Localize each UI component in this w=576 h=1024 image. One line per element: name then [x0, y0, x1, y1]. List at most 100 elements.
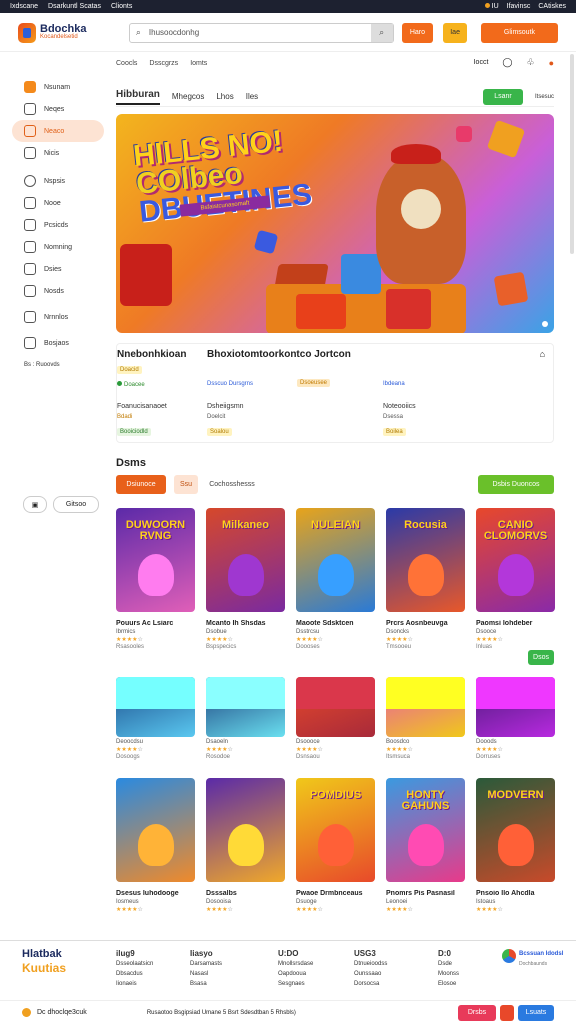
- footer-link[interactable]: Dtnueioodss: [354, 959, 387, 969]
- info-category[interactable]: Dsscuo Dursgrns: [207, 381, 253, 387]
- header-button-1[interactable]: Haro: [401, 22, 434, 43]
- game-card[interactable]: Dsesus Iuhodooge Iosmeus ★★★★☆: [116, 778, 195, 913]
- game-card[interactable]: NULEIAN Maoote Sdsktcen Dsstrcsu ★★★★☆ Dooos…: [296, 508, 375, 650]
- tabs-green-button[interactable]: Lsanr: [482, 88, 523, 105]
- search-submit-button[interactable]: ⌕: [370, 23, 393, 42]
- game-title[interactable]: Pnomrs Pis Pasnasil: [386, 890, 465, 897]
- header-button-2[interactable]: Iae: [443, 22, 467, 43]
- rating-stars-icon: ★★★★☆: [476, 747, 503, 753]
- subnav-item-1[interactable]: Coocls: [116, 60, 137, 67]
- game-card[interactable]: Deoocdsu ★★★★☆ Dosoogs: [116, 677, 195, 760]
- sidebar-small-button[interactable]: Gitsoo: [53, 496, 99, 513]
- game-card[interactable]: Dsssalbs Dosooisa ★★★★☆: [206, 778, 285, 913]
- footer-link[interactable]: Dorsocsa: [354, 979, 387, 989]
- filter-green-button[interactable]: Dsbis Duoncos: [478, 475, 554, 494]
- sidebar-item-10[interactable]: Nosds: [12, 280, 104, 302]
- tab-3[interactable]: Lhos: [216, 92, 233, 101]
- sidebar-item-5[interactable]: Nspsis: [12, 170, 104, 192]
- footer-link[interactable]: Mnollsrsdase: [278, 959, 313, 969]
- game-card[interactable]: Dooods ★★★★☆ Dorruses: [476, 677, 555, 760]
- footer-link[interactable]: Ounssaao: [354, 969, 387, 979]
- footer-link[interactable]: Bsasa: [190, 979, 222, 989]
- sidebar-item-3[interactable]: Neaco: [12, 120, 104, 142]
- search-bar[interactable]: ⌕ Ihusoocdonhg ⌕: [128, 22, 394, 43]
- game-title[interactable]: Maoote Sdsktcen: [296, 620, 375, 627]
- footer-link[interactable]: Darsamasts: [190, 959, 222, 969]
- footer-link[interactable]: Dbsacdus: [116, 969, 153, 979]
- game-title[interactable]: Prcrs Aosnbeuvga: [386, 620, 465, 627]
- scrollbar[interactable]: [570, 54, 574, 254]
- topbar-right-2[interactable]: Ifavinsc: [507, 3, 531, 10]
- game-title[interactable]: Pwaoe Drmbnceaus: [296, 890, 375, 897]
- footer-link[interactable]: Oapdooua: [278, 969, 313, 979]
- game-title[interactable]: Pouurs Ac Lsiarc: [116, 620, 195, 627]
- footer-button-2[interactable]: [500, 1004, 514, 1021]
- carousel-dot[interactable]: [542, 321, 548, 327]
- sidebar-item-9[interactable]: Dsies: [12, 258, 104, 280]
- footer-link[interactable]: Iionaeis: [116, 979, 153, 989]
- sidebar-item-6[interactable]: Nooe: [12, 192, 104, 214]
- footer-link[interactable]: Nasasl: [190, 969, 222, 979]
- filter-button-2[interactable]: Ssu: [174, 475, 198, 494]
- game-card[interactable]: POMDIUS Pwaoe Drmbnceaus Dsuoge ★★★★☆: [296, 778, 375, 913]
- tab-4[interactable]: Iles: [246, 92, 258, 101]
- sidebar-item-4[interactable]: Nicis: [12, 142, 104, 164]
- filter-button-active[interactable]: Dsiunoce: [116, 475, 166, 494]
- game-card[interactable]: Rocusia Prcrs Aosnbeuvga Dsoncks ★★★★☆ Tmsoo…: [386, 508, 465, 650]
- site-logo[interactable]: Bdochka Kocandelsetid: [18, 22, 111, 43]
- subnav-item-2[interactable]: Dsscgrzs: [149, 60, 178, 67]
- subnav-item-3[interactable]: Iomts: [190, 60, 207, 67]
- footer-link[interactable]: Elosoe: [438, 979, 459, 989]
- topbar-link-3[interactable]: Clionts: [111, 3, 132, 10]
- chart-icon[interactable]: ⌂: [540, 349, 545, 359]
- game-card[interactable]: Dsoooce ★★★★☆ Dsnsaou: [296, 677, 375, 760]
- tabs-more-link[interactable]: Itsesuc: [535, 94, 554, 100]
- topbar-link-1[interactable]: Ixdscane: [10, 3, 38, 10]
- game-card[interactable]: Dsaoeln ★★★★☆ Rosodoe: [206, 677, 285, 760]
- sidebar-item-13[interactable]: Bs : Ruoovds: [12, 354, 104, 376]
- utility-label[interactable]: Iocct: [474, 59, 489, 66]
- game-card[interactable]: Milkaneo Mcanto Ih Shsdas Dsobue ★★★★☆ Bspsp…: [206, 508, 285, 650]
- footer-button-3[interactable]: Lsuats: [518, 1004, 554, 1021]
- game-card[interactable]: Boosdco ★★★★☆ Itsmsuca: [386, 677, 465, 760]
- game-title[interactable]: Paomsi Iohdeber: [476, 620, 555, 627]
- sidebar-item-8[interactable]: Nomning: [12, 236, 104, 258]
- game-character: [296, 677, 375, 709]
- game-card[interactable]: CANIO CLOMORVS Paomsi Iohdeber Dsooce ★★★★☆…: [476, 508, 555, 650]
- game-card[interactable]: DUWOORN RVNG Pouurs Ac Lsiarc Ibrmics ★★★★☆…: [116, 508, 195, 650]
- game-title[interactable]: Pnsoio Ilo Ahcdla: [476, 890, 555, 897]
- search-input[interactable]: Ihusoocdonhg: [149, 28, 199, 37]
- footer-link[interactable]: Moonss: [438, 969, 459, 979]
- game-title[interactable]: Mcanto Ih Shsdas: [206, 620, 285, 627]
- game-card[interactable]: MODVERN Pnsoio Ilo Ahcdla Istoaus ★★★★☆: [476, 778, 555, 913]
- game-art-title: HONTY GAHUNS: [401, 789, 450, 812]
- info-link[interactable]: Ibdeana: [383, 381, 405, 387]
- footer-link[interactable]: Sesgnaes: [278, 979, 313, 989]
- filter-button-3[interactable]: Cochosshesss: [204, 475, 260, 494]
- game-title[interactable]: Dsssalbs: [206, 890, 285, 897]
- tab-active[interactable]: Hibburan: [116, 89, 160, 105]
- tab-2[interactable]: Mhegcos: [172, 92, 204, 101]
- sidebar-item-12[interactable]: Bosjaos: [12, 332, 104, 354]
- sidebar-item-2[interactable]: Neqes: [12, 98, 104, 120]
- row-badge-button[interactable]: Dsos: [528, 650, 554, 665]
- game-title[interactable]: Dsesus Iuhodooge: [116, 890, 195, 897]
- sidebar-small-icon-button[interactable]: ▣: [23, 496, 47, 513]
- sidebar-item-11[interactable]: Nrnnlos: [12, 306, 104, 328]
- sidebar-item-7[interactable]: Pcsicds: [12, 214, 104, 236]
- notification-icon[interactable]: ♧: [526, 57, 534, 68]
- topbar-link-2[interactable]: Dsarkuntl Scatas: [48, 3, 101, 10]
- sidebar-item-1[interactable]: Nsunam: [12, 76, 104, 98]
- header-button-3[interactable]: Glimsoutk: [480, 22, 558, 43]
- game-thumbnail: [296, 677, 375, 737]
- topbar-right-1[interactable]: IU: [484, 3, 499, 10]
- user-icon[interactable]: ◯: [502, 57, 512, 68]
- cart-icon[interactable]: ●: [549, 58, 554, 68]
- footer-links[interactable]: Rusaotoo Bsgipsiad Umane 5 Bsrt Sdesdtba…: [147, 1010, 296, 1016]
- topbar-right-3[interactable]: CAtiskes: [538, 3, 566, 10]
- footer-button-1[interactable]: Drsbs: [458, 1004, 496, 1021]
- footer-link[interactable]: Dsde: [438, 959, 459, 969]
- game-card[interactable]: HONTY GAHUNS Pnomrs Pis Pasnasil Leonoei ★★…: [386, 778, 465, 913]
- footer-link[interactable]: Dsseolaatsicn: [116, 959, 153, 969]
- hero-banner[interactable]: HILLS NO!COlbeoDBUETINES Bsfaistcunasoma…: [116, 114, 554, 333]
